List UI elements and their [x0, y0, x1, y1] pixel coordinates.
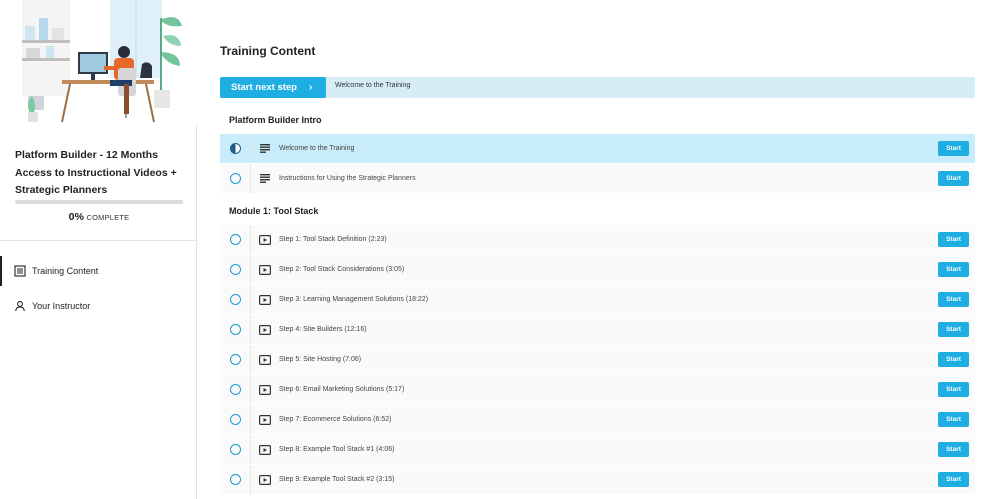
start-next-step-label: Start next step	[231, 82, 297, 93]
lesson-row[interactable]: Welcome to the Training Start	[220, 134, 975, 163]
lesson-row[interactable]: Step 7: Ecommerce Solutions (6:52) Start	[220, 405, 975, 434]
lesson-label: Step 7: Ecommerce Solutions (6:52)	[279, 416, 392, 423]
video-lesson-icon	[251, 444, 279, 455]
not-started-icon	[229, 234, 241, 245]
progress-percent: 0%	[68, 211, 85, 223]
start-button[interactable]: Start	[938, 442, 969, 457]
main-content: Training Content Start next step › Welco…	[220, 0, 975, 499]
progress-bar	[15, 200, 183, 204]
start-button[interactable]: Start	[938, 412, 969, 427]
lesson-label: Step 6: Email Marketing Solutions (5:17)	[279, 386, 405, 393]
lesson-label: Welcome to the Training	[279, 145, 355, 152]
video-lesson-icon	[251, 354, 279, 365]
in-progress-icon	[229, 143, 241, 154]
nav-item-label: Your Instructor	[32, 301, 91, 311]
lesson-row[interactable]: Step 8: Example Tool Stack #1 (4:06) Star…	[220, 435, 975, 464]
start-button[interactable]: Start	[938, 322, 969, 337]
person-icon	[14, 300, 26, 312]
video-lesson-icon	[251, 324, 279, 335]
not-started-icon	[229, 474, 241, 485]
start-button[interactable]: Start	[938, 352, 969, 367]
not-started-icon	[229, 173, 241, 184]
lesson-label: Instructions for Using the Strategic Pla…	[279, 175, 416, 182]
video-lesson-icon	[251, 474, 279, 485]
lesson-row[interactable]: Step 5: Site Hosting (7:06) Start	[220, 345, 975, 374]
section-title: Module 1: Tool Stack	[229, 206, 319, 216]
lesson-label: Step 1: Tool Stack Definition (2:23)	[279, 236, 387, 243]
lesson-row[interactable]: Step 2: Tool Stack Considerations (3:05)…	[220, 255, 975, 284]
lesson-label: Step 2: Tool Stack Considerations (3:05)	[279, 266, 405, 273]
text-lesson-icon	[251, 144, 279, 153]
start-button[interactable]: Start	[938, 382, 969, 397]
start-button[interactable]: Start	[938, 262, 969, 277]
lesson-row[interactable]: Step 4: Site Builders (12:16) Start	[220, 315, 975, 344]
progress-label: COMPLETE	[86, 213, 130, 222]
not-started-icon	[229, 264, 241, 275]
section-title: Platform Builder Intro	[229, 115, 322, 125]
next-step-lesson: Welcome to the Training	[335, 82, 411, 89]
lesson-row[interactable]: Step 1: Tool Stack Definition (2:23) Star…	[220, 225, 975, 254]
not-started-icon	[229, 384, 241, 395]
lesson-label: Step 4: Site Builders (12:16)	[279, 326, 367, 333]
course-title: Platform Builder - 12 Months Access to I…	[15, 149, 177, 196]
start-button[interactable]: Start	[938, 292, 969, 307]
video-lesson-icon	[251, 234, 279, 245]
course-hero-illustration	[0, 0, 197, 124]
nav-item-label: Training Content	[32, 266, 99, 276]
page-title: Training Content	[220, 44, 316, 58]
video-lesson-icon	[251, 264, 279, 275]
workspace-illustration	[22, 0, 182, 123]
start-button[interactable]: Start	[938, 472, 969, 487]
start-next-step-button[interactable]: Start next step ›	[220, 77, 326, 98]
sidebar-divider	[0, 240, 197, 241]
video-lesson-icon	[251, 414, 279, 425]
lesson-label: Step 8: Example Tool Stack #1 (4:06)	[279, 446, 395, 453]
not-started-icon	[229, 444, 241, 455]
nav-item-training-content[interactable]: Training Content	[0, 256, 197, 286]
sidebar: Platform Builder - 12 Months Access to I…	[0, 0, 197, 499]
nav-item-your-instructor[interactable]: Your Instructor	[0, 291, 197, 321]
progress-text: 0% COMPLETE	[15, 211, 183, 223]
not-started-icon	[229, 324, 241, 335]
lesson-row[interactable]: Instructions for Using the Strategic Pla…	[220, 164, 975, 193]
text-lesson-icon	[251, 174, 279, 183]
start-button[interactable]: Start	[938, 141, 969, 156]
list-icon	[14, 265, 26, 277]
lesson-row[interactable]: Step 3: Learning Management Solutions (1…	[220, 285, 975, 314]
lesson-label: Step 9: Example Tool Stack #2 (3:15)	[279, 476, 395, 483]
video-lesson-icon	[251, 294, 279, 305]
lesson-label: Step 5: Site Hosting (7:06)	[279, 356, 362, 363]
lesson-row[interactable]: Step 9: Example Tool Stack #2 (3:15) Star…	[220, 465, 975, 494]
not-started-icon	[229, 294, 241, 305]
start-button[interactable]: Start	[938, 171, 969, 186]
chevron-right-icon: ›	[309, 82, 313, 93]
start-button[interactable]: Start	[938, 232, 969, 247]
lesson-label: Step 3: Learning Management Solutions (1…	[279, 296, 429, 303]
not-started-icon	[229, 414, 241, 425]
lesson-row[interactable]: Step 6: Email Marketing Solutions (5:17)…	[220, 375, 975, 404]
next-step-bar: Start next step › Welcome to the Trainin…	[220, 77, 975, 98]
video-lesson-icon	[251, 384, 279, 395]
not-started-icon	[229, 354, 241, 365]
